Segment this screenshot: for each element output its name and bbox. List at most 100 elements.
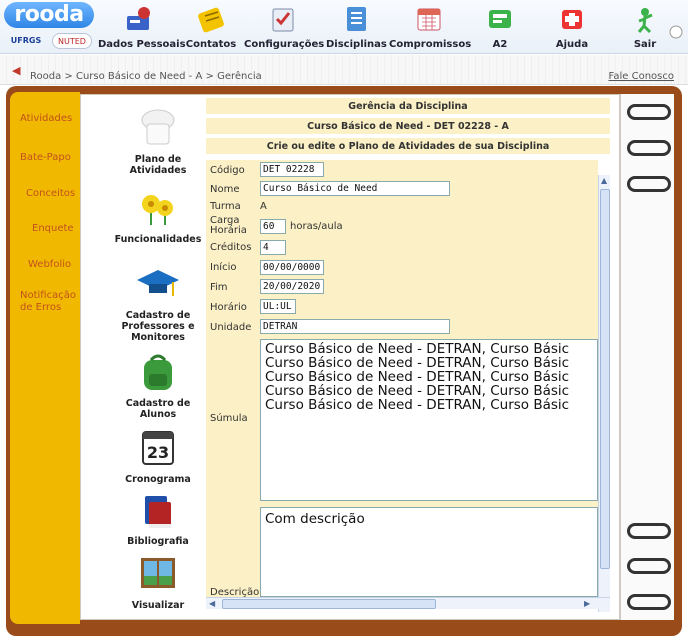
nav-configuracoes[interactable]: Configurações bbox=[244, 0, 324, 54]
rooda-logo[interactable]: rooda bbox=[4, 2, 94, 28]
field-row-carga-horaria: Carga Horária 60 horas/aula bbox=[206, 216, 598, 238]
nav-label: Contatos bbox=[185, 39, 237, 50]
scroll-right-icon[interactable]: ▶ bbox=[584, 599, 590, 608]
nav-label: Compromissos bbox=[389, 39, 472, 50]
binder-ring-icon bbox=[627, 104, 671, 120]
breadcrumb-item-rooda[interactable]: Rooda bbox=[30, 71, 61, 82]
scroll-left-icon[interactable]: ◀ bbox=[209, 599, 215, 608]
ufrgs-logo: UFRGS bbox=[10, 36, 42, 45]
field-row-sumula: Súmula Curso Básico de Need - DETRAN, Cu… bbox=[206, 337, 598, 503]
horario-label: Horário bbox=[210, 302, 247, 313]
sumula-line: Curso Básico de Need - DETRAN, Curso Bás… bbox=[265, 369, 570, 385]
graduation-cap-icon bbox=[137, 270, 179, 296]
horizontal-scrollbar[interactable]: ◀ ▶ bbox=[206, 597, 610, 609]
nav-label: Sair bbox=[633, 39, 657, 50]
descricao-textarea[interactable]: Com descrição bbox=[260, 507, 598, 597]
tab-conceitos[interactable]: Conceitos bbox=[12, 188, 82, 200]
sumula-line: Curso Básico de Need - DETRAN, Curso Bás… bbox=[265, 397, 570, 413]
menu-label: Funcionalidades bbox=[114, 234, 202, 245]
nav-label: Disciplinas bbox=[326, 39, 387, 50]
carga-horaria-input[interactable]: 60 bbox=[260, 219, 286, 234]
field-row-turma: Turma A bbox=[206, 199, 598, 216]
turma-label: Turma bbox=[210, 201, 241, 212]
field-row-codigo: Código DET 02228 bbox=[206, 160, 598, 180]
menu-bibliografia[interactable]: Bibliografia bbox=[112, 488, 204, 547]
field-row-unidade: Unidade DETRAN bbox=[206, 317, 598, 337]
menu-cadastro-professores[interactable]: Cadastro de Professores e Monitores bbox=[112, 262, 204, 343]
binder-ring-icon bbox=[627, 523, 671, 539]
form-instructions: Crie ou edite o Plano de Atividades de s… bbox=[206, 138, 610, 155]
help-icon bbox=[562, 10, 582, 29]
horario-input[interactable]: UL:UL bbox=[260, 299, 296, 314]
calendar-page-icon: 23 bbox=[142, 431, 174, 465]
menu-funcionalidades[interactable]: Funcionalidades bbox=[112, 186, 204, 245]
binder-ring-icon bbox=[627, 558, 671, 574]
fim-input[interactable]: 20/00/2020 bbox=[260, 279, 324, 294]
tab-bate-papo[interactable]: Bate-Papo bbox=[12, 152, 82, 164]
back-arrow-icon[interactable]: ◀ bbox=[12, 64, 20, 77]
sumula-line: Curso Básico de Need - DETRAN, Curso Bás… bbox=[265, 383, 570, 399]
horizontal-scroll-thumb[interactable] bbox=[222, 599, 436, 609]
tab-strip bbox=[10, 92, 80, 624]
nav-contatos[interactable]: Contatos bbox=[183, 0, 239, 54]
course-title: Curso Básico de Need - DET 02228 - A bbox=[206, 118, 610, 135]
chef-hat-icon bbox=[141, 109, 175, 145]
field-row-fim: Fim 20/00/2020 bbox=[206, 277, 598, 297]
tab-webfolio[interactable]: Webfolio bbox=[12, 259, 82, 271]
nav-label: Dados Pessoais bbox=[98, 39, 186, 50]
a2-icon bbox=[489, 10, 511, 28]
nome-label: Nome bbox=[210, 184, 240, 195]
inicio-label: Início bbox=[210, 262, 237, 273]
menu-cronograma[interactable]: 23 Cronograma bbox=[112, 426, 204, 485]
menu-visualizar[interactable]: Visualizar bbox=[112, 552, 204, 611]
breadcrumb: Rooda > Curso Básico de Need - A > Gerên… bbox=[30, 71, 262, 82]
section-title: Gerência da Disciplina bbox=[206, 98, 610, 115]
nav-dados-pessoais[interactable]: Dados Pessoais bbox=[98, 0, 186, 54]
nav-disciplinas[interactable]: Disciplinas bbox=[326, 0, 387, 54]
vertical-scrollbar[interactable]: ▲ ▼ bbox=[598, 175, 610, 612]
tab-notificacao-erros[interactable]: Notificação de Erros bbox=[12, 290, 76, 314]
binder-ring-icon bbox=[627, 140, 671, 156]
menu-plano-atividades[interactable]: Plano de Atividades bbox=[112, 106, 204, 176]
creditos-input[interactable]: 4 bbox=[260, 240, 286, 255]
course-management-form: Gerência da Disciplina Curso Básico de N… bbox=[206, 98, 610, 614]
nav-sair[interactable]: Sair bbox=[628, 0, 662, 54]
field-row-inicio: Início 00/00/0000 bbox=[206, 257, 598, 277]
field-row-nome: Nome Curso Básico de Need bbox=[206, 180, 598, 199]
breadcrumb-item-gerencia: Gerência bbox=[217, 71, 262, 82]
top-navigation-bar: rooda UFRGS NUTED Dados Pessoais Contato… bbox=[0, 0, 688, 54]
nav-label: Ajuda bbox=[555, 39, 589, 50]
notebook-right-paper bbox=[620, 94, 674, 620]
codigo-label: Código bbox=[210, 165, 245, 176]
tab-enquete[interactable]: Enquete bbox=[12, 223, 82, 235]
courses-icon bbox=[347, 7, 366, 31]
sumula-line: Curso Básico de Need - DETRAN, Curso Bás… bbox=[265, 355, 570, 371]
inicio-input[interactable]: 00/00/0000 bbox=[260, 260, 324, 275]
field-row-descricao: Descrição Com descrição bbox=[206, 503, 598, 598]
exit-icon bbox=[637, 8, 653, 34]
menu-label: Plano de Atividades bbox=[129, 154, 187, 176]
menu-label: Visualizar bbox=[131, 600, 185, 611]
sumula-label: Súmula bbox=[210, 413, 248, 424]
menu-label: Cronograma bbox=[125, 474, 191, 485]
unidade-input[interactable]: DETRAN bbox=[260, 319, 450, 334]
nav-ajuda[interactable]: Ajuda bbox=[552, 0, 592, 54]
sumula-textarea[interactable]: Curso Básico de Need - DETRAN, Curso Bás… bbox=[260, 339, 598, 501]
circle-icon bbox=[669, 25, 683, 39]
fim-label: Fim bbox=[210, 282, 228, 293]
contact-link[interactable]: Fale Conosco bbox=[609, 71, 674, 82]
scroll-up-icon[interactable]: ▲ bbox=[601, 176, 607, 185]
descricao-text: Com descrição bbox=[265, 511, 365, 527]
breadcrumb-item-course[interactable]: Curso Básico de Need - A bbox=[76, 71, 202, 82]
tab-atividades[interactable]: Atividades bbox=[12, 113, 82, 125]
breadcrumb-separator: > bbox=[64, 71, 73, 82]
codigo-input[interactable]: DET 02228 bbox=[260, 162, 324, 177]
nav-a2[interactable]: A2 bbox=[482, 0, 518, 54]
settings-icon bbox=[272, 8, 294, 32]
nav-compromissos[interactable]: Compromissos bbox=[389, 0, 472, 54]
personal-data-icon bbox=[127, 7, 150, 30]
nome-input[interactable]: Curso Básico de Need bbox=[260, 181, 450, 196]
menu-cadastro-alunos[interactable]: Cadastro de Alunos bbox=[112, 350, 204, 420]
vertical-scroll-thumb[interactable] bbox=[600, 189, 610, 569]
sumula-line: Curso Básico de Need - DETRAN, Curso Bás… bbox=[265, 341, 570, 357]
